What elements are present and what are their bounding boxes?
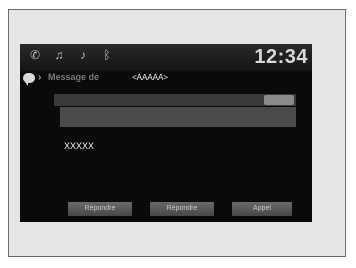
infotainment-screen: ✆ ♫ ♪ ᛒ 12:34 › Message de <AAAAA> XXXXX… — [20, 44, 312, 222]
message-icon — [23, 73, 35, 86]
header-title: Message de — [48, 72, 100, 82]
chevron-right-icon: › — [38, 72, 42, 83]
message-meta-bar — [54, 94, 296, 106]
message-panel — [60, 107, 296, 127]
reply-all-button[interactable]: Répondre — [150, 202, 214, 216]
reply-button[interactable]: Répondre — [68, 202, 132, 216]
audio-icon[interactable]: ♪ — [74, 47, 92, 63]
bluetooth-icon[interactable]: ᛒ — [98, 47, 116, 63]
clock: 12:34 — [254, 46, 308, 68]
media-icon[interactable]: ♫ — [50, 47, 68, 63]
status-bar: ✆ ♫ ♪ ᛒ 12:34 — [20, 44, 312, 71]
sender-name: <AAAAA> — [132, 73, 169, 82]
message-body: XXXXX — [64, 141, 95, 151]
meta-pill — [264, 95, 294, 105]
message-header: › Message de <AAAAA> — [20, 72, 312, 88]
call-button[interactable]: Appel — [232, 202, 292, 216]
phone-icon[interactable]: ✆ — [26, 47, 44, 63]
